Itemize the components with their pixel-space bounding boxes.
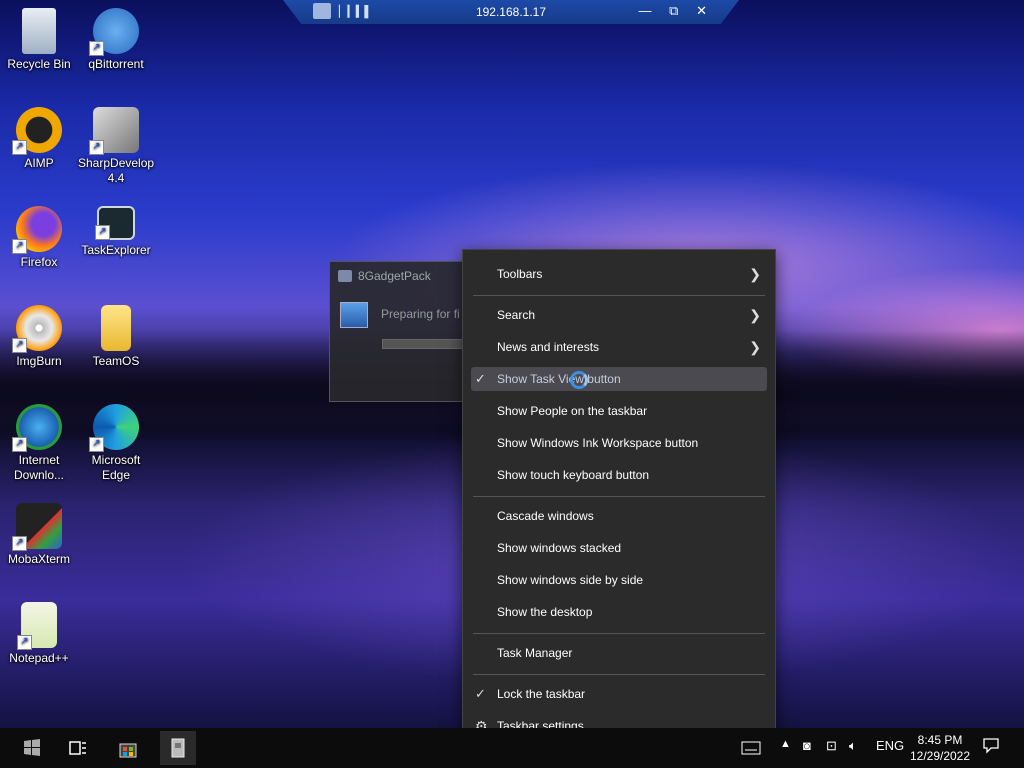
installer-icon (340, 302, 368, 328)
shortcut-arrow-icon: ↗ (89, 41, 104, 56)
imgburn-icon: ↗ (12, 305, 62, 353)
action-center-icon (983, 738, 999, 754)
busy-cursor-icon (570, 371, 588, 389)
menu-item-toolbars[interactable]: Toolbars ❯ (471, 262, 767, 286)
menu-item-show-ink-workspace[interactable]: Show Windows Ink Workspace button (471, 431, 767, 455)
shortcut-arrow-icon: ↗ (12, 338, 27, 353)
menu-item-lock-the-taskbar[interactable]: ✓ Lock the taskbar (471, 682, 767, 706)
menu-item-show-the-desktop[interactable]: Show the desktop (471, 600, 767, 624)
taskexplorer-icon: ↗ (95, 206, 135, 240)
gadgetpack-app-icon (338, 270, 352, 282)
task-view-button[interactable] (64, 734, 92, 762)
menu-separator (473, 674, 765, 675)
desktop-icon-internet-download-manager[interactable]: ↗ Internet Downlo... (1, 404, 77, 483)
desktop-icon-microsoft-edge[interactable]: ↗ Microsoft Edge (78, 404, 154, 483)
shortcut-arrow-icon: ↗ (12, 239, 27, 254)
desktop-icon-notepadpp[interactable]: ↗ Notepad++ (1, 602, 77, 666)
sharpdevelop-icon: ↗ (89, 107, 139, 155)
usb-device-icon[interactable]: ◙ (803, 738, 811, 753)
volume-icon[interactable]: 🔈︎ (849, 738, 857, 754)
remote-connection-bar[interactable]: ▏▎▍▌ 192.168.1.17 — ⧉ ✕ (283, 0, 739, 24)
shortcut-arrow-icon: ↗ (89, 437, 104, 452)
close-icon[interactable]: ✕ (696, 3, 707, 18)
desktop-icon-sharpdevelop[interactable]: ↗ SharpDevelop 4.4 (78, 107, 154, 186)
taskbar: ▲ ◙ ⊡ 🔈︎ ENG 8:45 PM 12/29/2022 (0, 728, 1024, 768)
shortcut-arrow-icon: ↗ (89, 140, 104, 155)
menu-item-cascade-windows[interactable]: Cascade windows (471, 504, 767, 528)
desktop-icon-imgburn[interactable]: ↗ ImgBurn (1, 305, 77, 369)
shortcut-arrow-icon: ↗ (17, 635, 32, 650)
restore-icon[interactable]: ⧉ (669, 3, 678, 18)
shortcut-arrow-icon: ↗ (12, 536, 27, 551)
qbittorrent-icon: ↗ (89, 8, 139, 56)
menu-item-show-windows-stacked[interactable]: Show windows stacked (471, 536, 767, 560)
desktop-icon-aimp[interactable]: ↗ AIMP (1, 107, 77, 171)
start-button[interactable] (14, 734, 50, 762)
chevron-right-icon: ❯ (749, 266, 761, 282)
notifications-button[interactable] (982, 736, 1000, 757)
clock[interactable]: 8:45 PM 12/29/2022 (906, 732, 974, 764)
installer-icon (171, 738, 185, 758)
microsoft-store-icon (119, 743, 137, 758)
shortcut-arrow-icon: ↗ (95, 225, 110, 240)
recycle-bin-icon (22, 8, 56, 54)
taskbar-context-menu: Toolbars ❯ Search ❯ News and interests ❯… (462, 249, 776, 752)
menu-separator (473, 633, 765, 634)
desktop-icon-recycle-bin[interactable]: Recycle Bin (1, 8, 77, 72)
menu-item-task-manager[interactable]: Task Manager (471, 641, 767, 665)
shortcut-arrow-icon: ↗ (12, 437, 27, 452)
chevron-right-icon: ❯ (749, 307, 761, 323)
checkmark-icon: ✓ (475, 371, 486, 386)
menu-item-show-windows-side-by-side[interactable]: Show windows side by side (471, 568, 767, 592)
task-view-icon (69, 741, 86, 755)
internet-download-manager-icon: ↗ (12, 404, 62, 452)
desktop-icon-teamos[interactable]: TeamOS (78, 305, 154, 369)
touch-keyboard-button[interactable] (738, 734, 764, 762)
checkmark-icon: ✓ (475, 686, 486, 701)
taskbar-gadgetpack-app[interactable] (160, 731, 196, 765)
network-icon[interactable]: ⊡ (826, 738, 837, 754)
show-hidden-icons-chevron-up-icon[interactable]: ▲ (780, 738, 791, 750)
menu-item-show-touch-keyboard[interactable]: Show touch keyboard button (471, 463, 767, 487)
menu-item-show-people[interactable]: Show People on the taskbar (471, 399, 767, 423)
dialog-title: 8GadgetPack (358, 269, 431, 283)
menu-item-search[interactable]: Search ❯ (471, 303, 767, 327)
chevron-right-icon: ❯ (749, 339, 761, 355)
aimp-icon: ↗ (12, 107, 62, 155)
desktop-icon-mobaxterm[interactable]: ↗ MobaXterm (1, 503, 77, 567)
edge-icon: ↗ (89, 404, 139, 452)
menu-separator (473, 295, 765, 296)
desktop-icon-firefox[interactable]: ↗ Firefox (1, 206, 77, 270)
notepadpp-icon: ↗ (17, 602, 57, 650)
desktop-icon-qbittorrent[interactable]: ↗ qBittorrent (78, 8, 154, 72)
menu-item-show-task-view-button[interactable]: ✓ Show Task View button (471, 367, 767, 391)
mobaxterm-icon: ↗ (12, 503, 62, 551)
firefox-icon: ↗ (12, 206, 62, 254)
taskbar-store-button[interactable] (114, 734, 142, 762)
dialog-status-text: Preparing for fi (381, 307, 460, 321)
clock-date: 12/29/2022 (909, 749, 971, 763)
progress-bar (382, 339, 474, 349)
menu-item-news-and-interests[interactable]: News and interests ❯ (471, 335, 767, 359)
desktop-icon-taskexplorer[interactable]: ↗ TaskExplorer (78, 206, 154, 258)
menu-separator (473, 496, 765, 497)
folder-icon (101, 305, 131, 351)
language-indicator[interactable]: ENG (876, 738, 904, 753)
minimize-icon[interactable]: — (639, 3, 652, 18)
gadgetpack-dialog: 8GadgetPack Preparing for fi (329, 261, 476, 402)
clock-time: 8:45 PM (917, 733, 963, 747)
start-icon (24, 739, 40, 756)
keyboard-icon (741, 741, 761, 755)
shortcut-arrow-icon: ↗ (12, 140, 27, 155)
